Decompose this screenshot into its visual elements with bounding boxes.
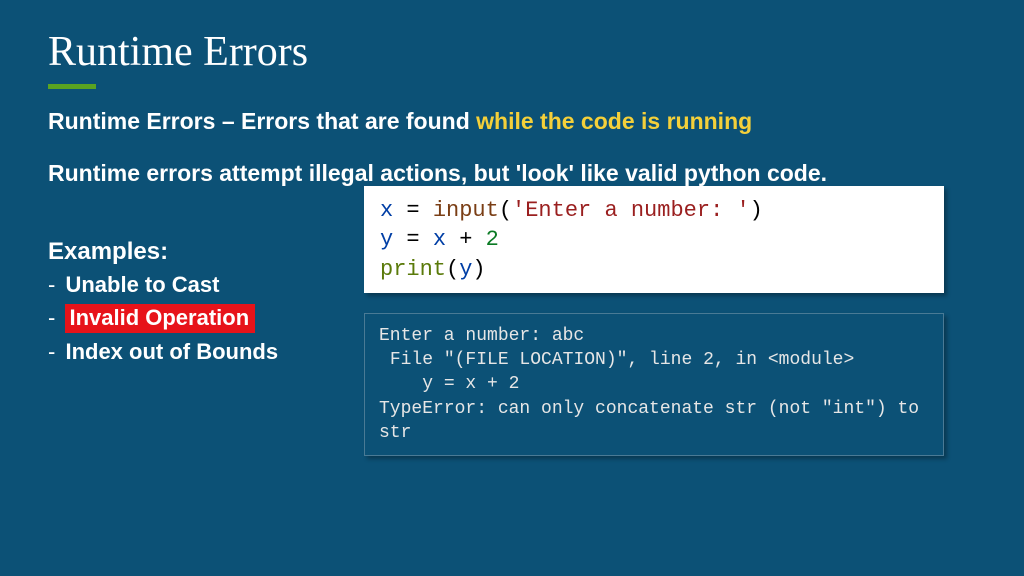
definition-highlight: while the code is running — [476, 108, 752, 134]
example-text: Index out of Bounds — [65, 339, 278, 364]
slide-container: Runtime Errors Runtime Errors – Errors t… — [0, 0, 1024, 476]
code-num: 2 — [486, 227, 499, 252]
example-item: - Unable to Cast — [48, 272, 348, 298]
dash: - — [48, 272, 55, 297]
code-box: x = input('Enter a number: ') y = x + 2 … — [364, 186, 944, 293]
code-builtin: print — [380, 257, 446, 282]
output-box: Enter a number: abc File "(FILE LOCATION… — [364, 313, 944, 456]
subdefinition-line: Runtime errors attempt illegal actions, … — [48, 159, 948, 188]
code-arg: y — [459, 257, 472, 282]
dash: - — [48, 305, 55, 330]
code-var: y — [380, 227, 393, 252]
definition-prefix: Runtime Errors – Errors that are found — [48, 108, 476, 134]
definition-line: Runtime Errors – Errors that are found w… — [48, 107, 976, 137]
example-item: - Invalid Operation — [48, 304, 348, 333]
example-text-highlighted: Invalid Operation — [65, 304, 255, 333]
example-item: - Index out of Bounds — [48, 339, 348, 365]
code-column: x = input('Enter a number: ') y = x + 2 … — [364, 186, 944, 457]
title-underline — [48, 84, 96, 89]
examples-heading: Examples: — [48, 238, 348, 266]
dash: - — [48, 339, 55, 364]
code-fn: input — [433, 198, 499, 223]
example-text: Unable to Cast — [65, 272, 219, 297]
code-var: x — [380, 198, 393, 223]
code-string: 'Enter a number: ' — [512, 198, 750, 223]
content-row: Examples: - Unable to Cast - Invalid Ope… — [48, 196, 976, 457]
slide-title: Runtime Errors — [48, 28, 976, 76]
code-var: x — [433, 227, 446, 252]
examples-column: Examples: - Unable to Cast - Invalid Ope… — [48, 196, 348, 371]
